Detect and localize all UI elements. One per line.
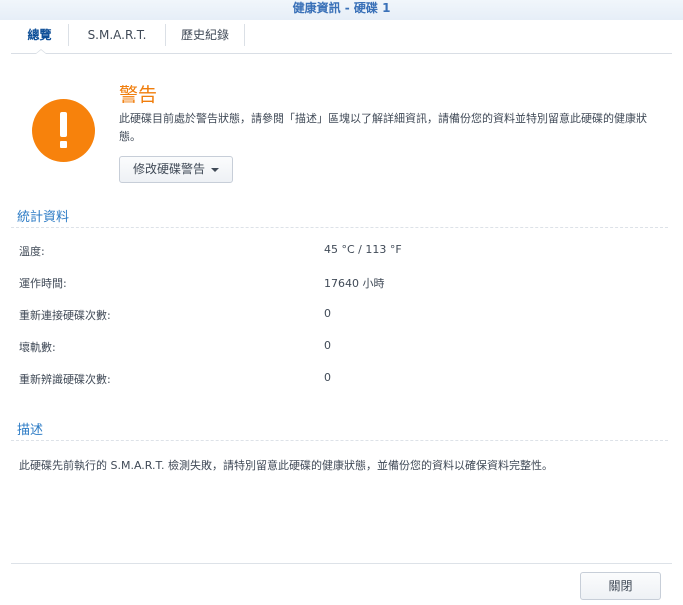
close-button[interactable]: 關閉	[580, 572, 661, 600]
stat-value-reconnect-count: 0	[324, 307, 331, 320]
stat-value-reidentify-count: 0	[324, 371, 331, 384]
tab-history[interactable]: 歷史紀錄	[166, 22, 244, 48]
tab-smart[interactable]: S.M.A.R.T.	[69, 22, 165, 48]
stat-label-bad-sectors: 壞軌數:	[19, 341, 56, 354]
warning-message: 此硬碟目前處於警告狀態，請參閱「描述」區塊以了解詳細資訊，請備份您的資料並特別留…	[119, 112, 647, 143]
description-section-divider	[11, 440, 668, 441]
modify-disk-warning-label: 修改硬碟警告	[132, 162, 205, 176]
window-title: 健康資訊 - 硬碟 1	[292, 1, 391, 15]
tab-bar: 總覽 S.M.A.R.T. 歷史紀錄	[11, 22, 672, 54]
description-text: 此硬碟先前執行的 S.M.A.R.T. 檢測失敗，請特別留意此硬碟的健康狀態，並…	[19, 459, 553, 472]
modify-disk-warning-button[interactable]: 修改硬碟警告	[119, 156, 233, 183]
stat-value-power-on-hours: 17640 小時	[324, 277, 385, 290]
stat-label-reidentify-count: 重新辨識硬碟次數:	[19, 373, 111, 386]
stat-label-power-on-hours: 運作時間:	[19, 277, 67, 290]
caret-down-icon	[211, 167, 219, 172]
footer-divider	[11, 563, 672, 564]
window-titlebar: 健康資訊 - 硬碟 1	[0, 0, 683, 20]
warning-title: 警告	[119, 84, 158, 106]
stats-section-divider	[11, 227, 668, 228]
exclamation-circle-icon	[32, 99, 95, 162]
stat-value-temperature: 45 °C / 113 °F	[324, 243, 402, 256]
stat-label-temperature: 溫度:	[19, 245, 45, 258]
description-section-title: 描述	[17, 423, 44, 438]
stat-label-reconnect-count: 重新連接硬碟次數:	[19, 309, 111, 322]
stat-value-bad-sectors: 0	[324, 339, 331, 352]
stats-section-title: 統計資料	[17, 210, 70, 225]
tab-overview[interactable]: 總覽	[11, 22, 68, 48]
active-tab-indicator	[35, 49, 47, 54]
tab-divider	[244, 24, 245, 46]
